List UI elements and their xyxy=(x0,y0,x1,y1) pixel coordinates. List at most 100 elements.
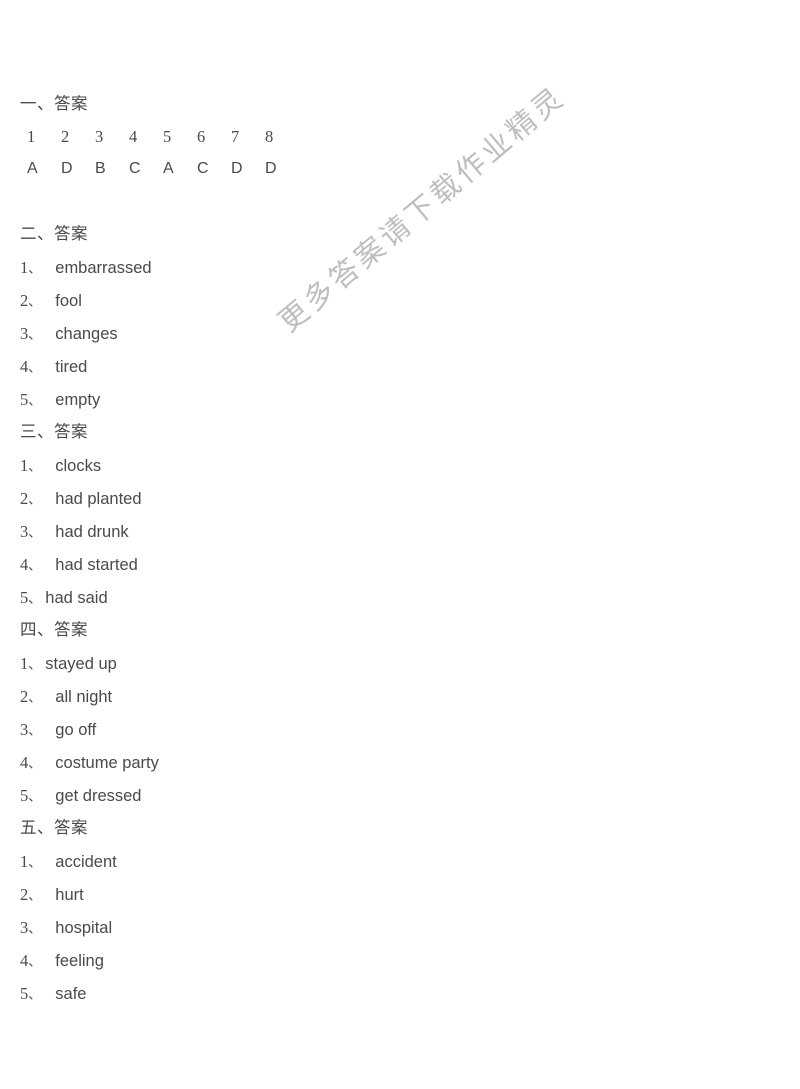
list-item: 2、 all night xyxy=(0,680,800,713)
answer-letter: A xyxy=(163,160,174,177)
item-answer-text: costume party xyxy=(55,754,159,772)
item-number: 2 xyxy=(20,291,29,310)
item-separator: 、 xyxy=(28,294,42,309)
section-four: 四、答案 1、 stayed up 2、 all night 3、 go off 4、… xyxy=(0,614,800,812)
item-separator: 、 xyxy=(28,921,42,936)
list-item: 5、 had said xyxy=(0,581,800,614)
answer-letter: B xyxy=(95,160,106,177)
list-item: 5、 safe xyxy=(0,977,800,1010)
item-number: 5 xyxy=(20,390,29,409)
item-number: 4 xyxy=(20,555,29,574)
question-number: 5 xyxy=(163,127,172,146)
item-answer-text: had said xyxy=(45,589,108,607)
list-item: 5、 empty xyxy=(0,383,800,416)
section-three: 三、答案 1、 clocks 2、 had planted 3、 had drunk … xyxy=(0,416,800,614)
list-item: 4、 feeling xyxy=(0,944,800,977)
item-separator: 、 xyxy=(28,261,42,276)
item-separator: 、 xyxy=(28,954,42,969)
item-separator: 、 xyxy=(28,327,42,342)
item-answer-text: empty xyxy=(55,391,101,409)
question-number: 1 xyxy=(27,127,36,146)
item-number: 2 xyxy=(20,489,29,508)
item-answer-text: tired xyxy=(55,358,88,376)
section-heading: 二、答案 xyxy=(20,225,88,243)
answer-letter: D xyxy=(231,160,243,177)
item-number: 1 xyxy=(20,852,29,871)
table-row-question-numbers: 1 2 3 4 5 6 7 8 xyxy=(27,121,800,153)
choice-answer-table: 1 2 3 4 5 6 7 8 A D B C A C D D xyxy=(0,121,800,185)
section-heading: 一、答案 xyxy=(20,95,88,113)
list-item: 3、 hospital xyxy=(0,911,800,944)
question-number: 4 xyxy=(129,127,138,146)
answer-letter: C xyxy=(129,160,141,177)
question-number: 8 xyxy=(265,127,274,146)
item-number: 3 xyxy=(20,324,29,343)
section-one: 一、答案 1 2 3 4 5 6 7 8 A D B C A C D D xyxy=(0,88,800,218)
item-separator: 、 xyxy=(28,723,42,738)
item-number: 3 xyxy=(20,522,29,541)
section-five: 五、答案 1、 accident 2、 hurt 3、 hospital 4、 feel… xyxy=(0,812,800,1010)
answer-letter: D xyxy=(265,160,277,177)
item-separator: 、 xyxy=(28,591,42,606)
list-item: 1、 accident xyxy=(0,845,800,878)
item-number: 1 xyxy=(20,258,29,277)
item-number: 5 xyxy=(20,588,29,607)
answer-letter: A xyxy=(27,160,38,177)
item-answer-text: had started xyxy=(55,556,138,574)
section-heading: 四、答案 xyxy=(20,621,88,639)
item-separator: 、 xyxy=(28,855,42,870)
item-number: 4 xyxy=(20,357,29,376)
item-number: 4 xyxy=(20,753,29,772)
item-number: 3 xyxy=(20,720,29,739)
item-number: 2 xyxy=(20,885,29,904)
list-item: 4、 had started xyxy=(0,548,800,581)
item-answer-text: clocks xyxy=(55,457,102,475)
item-separator: 、 xyxy=(28,492,42,507)
item-number: 1 xyxy=(20,456,29,475)
item-answer-text: embarrassed xyxy=(55,259,152,277)
item-answer-text: safe xyxy=(55,985,87,1003)
section-heading: 五、答案 xyxy=(20,819,88,837)
item-answer-text: feeling xyxy=(55,952,104,970)
item-answer-text: fool xyxy=(55,292,82,310)
item-answer-text: accident xyxy=(55,853,117,871)
list-item: 4、 costume party xyxy=(0,746,800,779)
list-item: 2、 fool xyxy=(0,284,800,317)
answer-letter: D xyxy=(61,160,73,177)
list-item: 3、 had drunk xyxy=(0,515,800,548)
question-number: 2 xyxy=(61,127,70,146)
list-item: 4、 tired xyxy=(0,350,800,383)
item-separator: 、 xyxy=(28,690,42,705)
item-answer-text: had planted xyxy=(55,490,142,508)
list-item: 1、 embarrassed xyxy=(0,251,800,284)
document-content: 一、答案 1 2 3 4 5 6 7 8 A D B C A C D D 二、答… xyxy=(0,0,800,1010)
item-answer-text: get dressed xyxy=(55,787,142,805)
list-item: 3、 go off xyxy=(0,713,800,746)
item-number: 5 xyxy=(20,984,29,1003)
answer-letter: C xyxy=(197,160,209,177)
section-two: 二、答案 1、 embarrassed 2、 fool 3、 changes 4、 ti… xyxy=(0,218,800,416)
item-answer-text: had drunk xyxy=(55,523,129,541)
section-heading: 三、答案 xyxy=(20,423,88,441)
item-separator: 、 xyxy=(28,459,42,474)
item-separator: 、 xyxy=(28,987,42,1002)
list-item: 2、 had planted xyxy=(0,482,800,515)
item-separator: 、 xyxy=(28,789,42,804)
item-separator: 、 xyxy=(28,525,42,540)
list-item: 5、 get dressed xyxy=(0,779,800,812)
item-answer-text: hospital xyxy=(55,919,113,937)
item-answer-text: changes xyxy=(55,325,118,343)
item-number: 4 xyxy=(20,951,29,970)
list-item: 1、 clocks xyxy=(0,449,800,482)
item-number: 2 xyxy=(20,687,29,706)
item-answer-text: go off xyxy=(55,721,97,739)
list-item: 3、 changes xyxy=(0,317,800,350)
answer-sheet-page: 更多答案请下载作业精灵 一、答案 1 2 3 4 5 6 7 8 A D B C… xyxy=(0,0,800,1089)
item-number: 3 xyxy=(20,918,29,937)
item-answer-text: all night xyxy=(55,688,113,706)
list-item: 2、 hurt xyxy=(0,878,800,911)
item-separator: 、 xyxy=(28,888,42,903)
question-number: 3 xyxy=(95,127,104,146)
question-number: 6 xyxy=(197,127,206,146)
